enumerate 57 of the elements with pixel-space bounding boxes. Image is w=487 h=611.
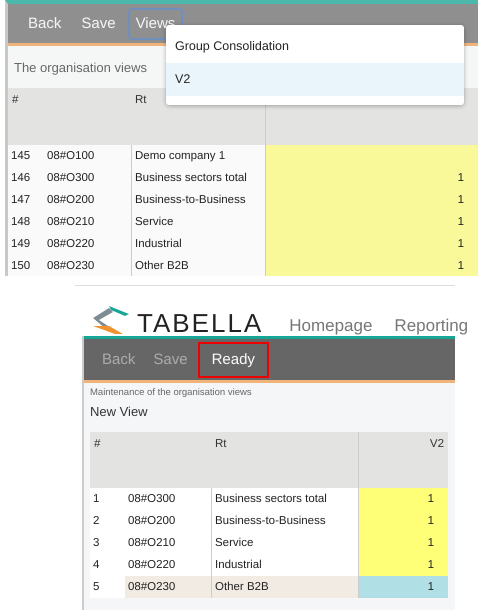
table-cell: 08#O300 [44, 167, 131, 189]
table-cell: 08#O210 [125, 532, 211, 554]
table-cell: 08#O300 [125, 488, 211, 510]
table-cell: 3 [90, 532, 125, 554]
table-cell: Business-to-Business [131, 189, 265, 211]
page-subtitle: The organisation views [14, 60, 147, 74]
table-cell: 08#O200 [44, 189, 131, 211]
table-cell: 08#O210 [44, 211, 131, 233]
table-cell: Other B2B [131, 255, 265, 276]
menu-item[interactable]: V2 [166, 63, 464, 96]
column-header: # [90, 432, 211, 488]
table-cell: 147 [8, 189, 44, 211]
table-cell: 145 [8, 145, 44, 167]
table-cell: 1 [358, 554, 448, 576]
nav-link[interactable]: Homepage [289, 316, 372, 336]
table-cell: Business sectors total [211, 488, 358, 510]
table-cell: 1 [358, 510, 448, 532]
table-cell: 1 [265, 255, 478, 276]
view-name: New View [90, 404, 149, 419]
toolbar-button[interactable]: Ready [198, 342, 269, 378]
table-cell: 5 [90, 576, 125, 598]
table-cell: 08#O230 [125, 576, 211, 598]
table-cell: Service [131, 211, 265, 233]
table-cell: 2 [90, 510, 125, 532]
table-cell: Other B2B [211, 576, 358, 598]
table-cell: 08#O100 [44, 145, 131, 167]
table-cell: 08#O200 [125, 510, 211, 532]
table-cell: 08#O220 [44, 233, 131, 255]
table-cell: 1 [265, 167, 478, 189]
table-cell: 4 [90, 554, 125, 576]
table-cell: Service [211, 532, 358, 554]
table-cell: 1 [90, 488, 125, 510]
table-cell: Business-to-Business [211, 510, 358, 532]
table-cell: 08#O230 [44, 255, 131, 276]
table-cell: 1 [358, 488, 448, 510]
logo-text: TABELLA [137, 310, 264, 336]
table-cell: 1 [358, 532, 448, 554]
toolbar-button[interactable]: Save [73, 8, 124, 40]
nav-link[interactable]: Reporting [394, 316, 468, 336]
column-header: V2 [358, 432, 448, 488]
page-subtitle: Maintenance of the organisation views [90, 387, 253, 398]
table-cell: Demo company 1 [131, 145, 265, 167]
table-cell: 08#O220 [125, 554, 211, 576]
table-cell: 149 [8, 233, 44, 255]
table-cell: 1 [265, 233, 478, 255]
table-cell: Industrial [131, 233, 265, 255]
table-cell: Industrial [211, 554, 358, 576]
table-cell: 1 [358, 576, 448, 598]
toolbar-button[interactable]: Back [20, 8, 70, 40]
table-cell: 1 [265, 211, 478, 233]
table-cell: 150 [8, 255, 44, 276]
table-cell: 148 [8, 211, 44, 233]
column-header: Rt [211, 432, 358, 488]
table-cell: Business sectors total [131, 167, 265, 189]
table-cell: 146 [8, 167, 44, 189]
table-cell: 1 [265, 189, 478, 211]
column-header: # [8, 88, 131, 145]
